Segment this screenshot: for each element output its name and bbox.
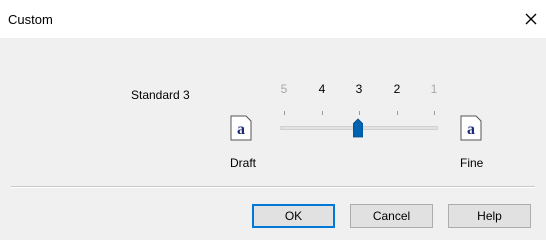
close-icon (525, 13, 537, 25)
fine-quality-icon: a (460, 115, 482, 141)
tick-mark-1 (434, 111, 435, 115)
tick-label-1: 1 (430, 82, 438, 96)
tick-label-4: 4 (318, 82, 326, 96)
tick-label-3: 3 (355, 82, 363, 96)
tick-mark-4 (322, 111, 323, 115)
draft-icon-glyph: a (237, 121, 245, 138)
cancel-button[interactable]: Cancel (350, 204, 433, 228)
tick-mark-2 (397, 111, 398, 115)
tick-mark-3 (359, 111, 360, 115)
fine-icon-glyph: a (467, 121, 475, 138)
draft-quality-icon: a (230, 115, 252, 141)
slider-thumb[interactable] (352, 118, 364, 138)
title-bar: Custom (0, 0, 546, 38)
tick-mark-5 (284, 111, 285, 115)
tick-label-2: 2 (393, 82, 401, 96)
draft-caption: Draft (230, 156, 257, 170)
quality-slider[interactable] (276, 104, 442, 144)
close-button[interactable] (520, 8, 542, 30)
dialog-title: Custom (8, 12, 53, 27)
tick-label-5: 5 (280, 82, 288, 96)
help-button[interactable]: Help (448, 204, 531, 228)
quality-level-label: Standard 3 (131, 88, 190, 102)
separator-line (11, 186, 535, 188)
fine-caption: Fine (460, 156, 484, 170)
ok-button[interactable]: OK (252, 204, 335, 228)
